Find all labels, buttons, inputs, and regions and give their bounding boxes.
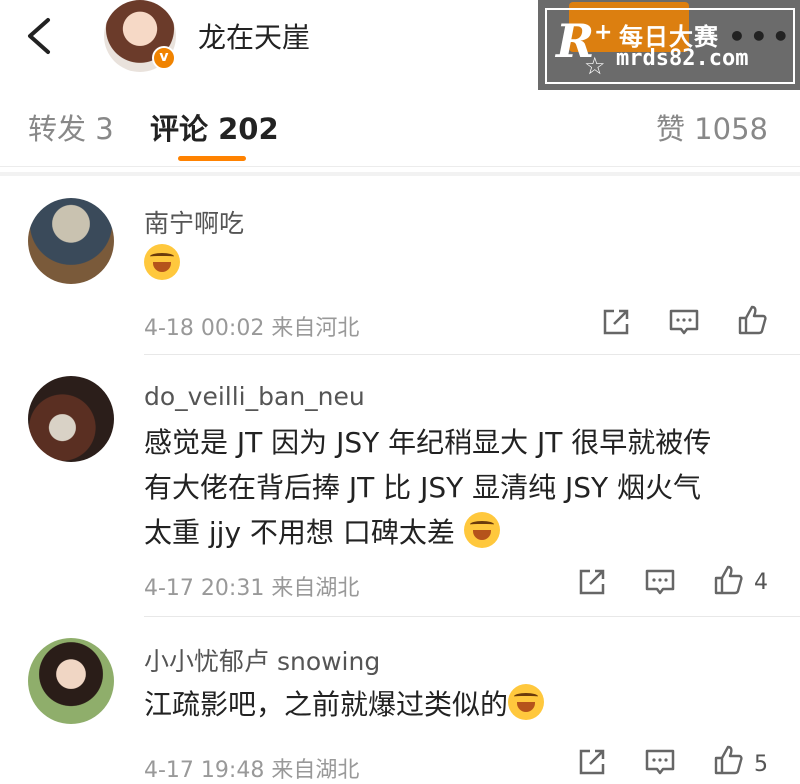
comment-meta: 4-17 19:48 来自湖北 [144,758,360,783]
tab-bar: 转发 3 评论 202 赞 1058 [0,92,800,166]
watermark-plus: + [594,20,613,45]
comment-text: 江疏影吧，之前就爆过类似的 [144,682,774,727]
like-icon[interactable] [736,304,768,336]
divider [144,616,800,617]
star-icon: ☆ [584,52,606,80]
tab-repost[interactable]: 转发 3 [28,106,114,148]
commenter-name[interactable]: 南宁啊吃 [144,204,244,240]
comment-item: 小小忧郁卢 snowing 江疏影吧，之前就爆过类似的 4-17 19:48 来… [0,618,800,784]
active-tab-indicator [178,156,246,161]
comment-icon[interactable] [644,746,676,778]
comment-text-fragment: 江疏影吧，之前就爆过类似的 [144,688,509,721]
share-icon[interactable] [576,566,608,598]
comment-meta: 4-17 20:31 来自湖北 [144,576,360,601]
commenter-name[interactable]: do_veilli_ban_neu [144,382,365,411]
like-count: 4 [754,570,768,595]
laugh-cry-emoji [508,684,545,720]
comment-text-line-last: 太重 jjy 不用想 口碑太差 [144,510,774,555]
author-name[interactable]: 龙在天崖 [198,16,310,56]
comment-text-line: 有大佬在背后捧 JT 比 JSY 显清纯 JSY 烟火气 [144,471,702,504]
like-icon[interactable] [712,744,744,776]
commenter-avatar[interactable] [28,376,114,462]
comment-item: do_veilli_ban_neu 感觉是 JT 因为 JSY 年纪稍显大 JT… [0,356,800,618]
comment-item: 南宁啊吃 4-18 00:02 来自河北 [0,180,800,356]
commenter-avatar[interactable] [28,198,114,284]
like-count: 5 [754,752,768,777]
comment-text-fragment: 太重 jjy 不用想 口碑太差 [144,516,455,549]
like-icon[interactable] [712,564,744,596]
more-icon[interactable]: ••• [728,20,794,53]
back-arrow-icon[interactable] [22,14,58,58]
laugh-cry-emoji [144,244,180,280]
divider [144,354,800,355]
comment-text [144,242,774,287]
comment-text: 感觉是 JT 因为 JSY 年纪稍显大 JT 很早就被传 有大佬在背后捧 JT … [144,420,774,555]
divider [0,172,800,176]
share-icon[interactable] [600,306,632,338]
comment-text-line: 感觉是 JT 因为 JSY 年纪稍显大 JT 很早就被传 [144,426,712,459]
comment-icon[interactable] [644,566,676,598]
comment-meta: 4-18 00:02 来自河北 [144,316,360,341]
comment-icon[interactable] [668,306,700,338]
verified-icon: v [152,46,176,70]
laugh-cry-emoji [463,512,500,548]
divider [0,166,800,167]
commenter-avatar[interactable] [28,638,114,724]
tab-comment[interactable]: 评论 202 [150,106,279,148]
tab-like[interactable]: 赞 1058 [656,106,768,148]
share-icon[interactable] [576,746,608,778]
commenter-name[interactable]: 小小忧郁卢 snowing [144,642,380,678]
